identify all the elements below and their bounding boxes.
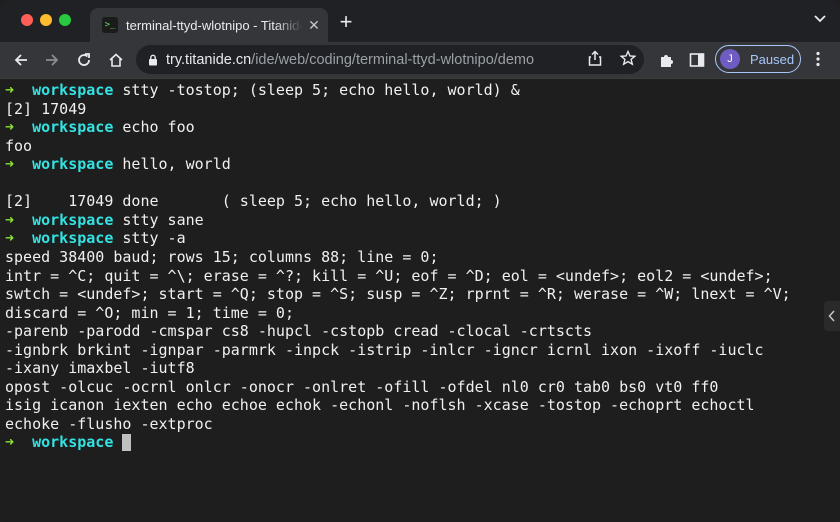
terminal-output-line: swtch = <undef>; start = ^Q; stop = ^S; … [5, 285, 791, 304]
terminal-output-line: intr = ^C; quit = ^\; erase = ^?; kill =… [5, 266, 773, 285]
tab-close-icon[interactable]: ✕ [306, 17, 322, 34]
avatar: J [720, 49, 740, 69]
terminal-output-line: discard = ^O; min = 1; time = 0; [5, 303, 294, 322]
terminal-output-line: -ignbrk brkint -ignpar -parmrk -inpck -i… [5, 340, 764, 359]
url-path: /ide/web/coding/terminal-ttyd-wlotnipo/d… [251, 51, 535, 68]
maximize-window-button[interactable] [59, 14, 71, 26]
side-panel-icon [689, 53, 705, 67]
extensions-button[interactable] [655, 48, 679, 72]
prompt-arrow: ➜ [5, 118, 15, 137]
forward-button[interactable] [40, 48, 64, 72]
collapse-chevron-left-icon[interactable] [824, 301, 840, 331]
url-host: try.titanide.cn [166, 51, 252, 68]
close-window-button[interactable] [21, 14, 33, 26]
terminal-prompt-line: ➜ workspace hello, world [5, 155, 231, 173]
terminal-output[interactable]: ➜ workspace stty -tostop; (sleep 5; echo… [0, 79, 840, 522]
prompt-directory: workspace [32, 155, 114, 174]
terminal-command: echo foo [113, 118, 195, 137]
terminal-cursor [122, 434, 132, 452]
browser-window: >_ terminal-ttyd-wlotnipo - Titanide ✕ +… [0, 0, 840, 522]
terminal-prompt-line: ➜ workspace stty -a [5, 229, 186, 247]
terminal-command: stty -a [113, 229, 186, 248]
prompt-directory: workspace [32, 210, 114, 229]
terminal-output-line: -ixany imaxbel -iutf8 [5, 359, 195, 378]
terminal-prompt-line: ➜ workspace [5, 433, 132, 452]
terminal-output-line: -parenb -parodd -cmspar cs8 -hupcl -csto… [5, 322, 592, 341]
new-tab-button[interactable]: + [336, 11, 356, 33]
profile-button[interactable]: J Paused [715, 45, 801, 73]
minimize-window-button[interactable] [40, 14, 52, 26]
tab-search-chevron-icon[interactable] [814, 12, 826, 26]
reload-button[interactable] [72, 48, 96, 72]
profile-status: Paused [750, 51, 795, 67]
terminal-output-line: foo [5, 136, 33, 155]
tab-title: terminal-ttyd-wlotnipo - Titanide [126, 17, 302, 33]
bookmark-star-icon[interactable] [619, 49, 637, 71]
back-arrow-icon [14, 54, 27, 66]
watermark [448, 139, 454, 150]
forward-arrow-icon [46, 54, 59, 66]
side-panel-button[interactable] [685, 48, 709, 72]
prompt-arrow: ➜ [5, 81, 15, 99]
prompt-arrow: ➜ [5, 155, 15, 174]
reload-icon [78, 53, 90, 66]
tab-strip: >_ terminal-ttyd-wlotnipo - Titanide ✕ + [0, 0, 840, 42]
terminal-favicon-icon: >_ [102, 17, 118, 33]
terminal-output-line: speed 38400 baud; rows 15; columns 88; l… [5, 247, 439, 266]
back-button[interactable] [9, 48, 33, 72]
prompt-arrow: ➜ [5, 210, 15, 229]
address-bar[interactable]: try.titanide.cn/ide/web/coding/terminal-… [136, 45, 644, 74]
prompt-directory: workspace [32, 433, 114, 452]
browser-toolbar: try.titanide.cn/ide/web/coding/terminal-… [0, 42, 840, 79]
tab-terminal[interactable]: >_ terminal-ttyd-wlotnipo - Titanide ✕ [90, 8, 328, 42]
prompt-arrow: ➜ [5, 433, 15, 452]
terminal-command [113, 433, 122, 451]
terminal-command: stty sane [113, 210, 204, 229]
menu-kebab-icon[interactable] [816, 51, 820, 72]
prompt-directory: workspace [32, 229, 114, 248]
home-button[interactable] [104, 48, 128, 72]
terminal-command: hello, world [113, 155, 231, 174]
terminal-prompt-line: ➜ workspace stty -tostop; (sleep 5; echo… [5, 81, 520, 99]
terminal-prompt-line: ➜ workspace stty sane [5, 211, 204, 229]
home-icon [109, 53, 123, 67]
terminal-command: stty -tostop; (sleep 5; echo hello, worl… [113, 81, 520, 99]
favicon-glyph: >_ [104, 20, 116, 30]
puzzle-icon [661, 55, 673, 67]
url-text: try.titanide.cn/ide/web/coding/terminal-… [166, 52, 534, 68]
terminal-output-line: isig icanon iexten echo echoe echok -ech… [5, 396, 755, 415]
prompt-arrow: ➜ [5, 229, 15, 248]
share-icon[interactable] [588, 50, 602, 71]
lock-icon [149, 54, 157, 65]
terminal-output-line: [2] 17049 done ( sleep 5; echo hello, wo… [5, 192, 502, 211]
terminal-output-line: opost -olcuc -ocrnl onlcr -onocr -onlret… [5, 377, 719, 396]
prompt-directory: workspace [32, 118, 114, 137]
terminal-prompt-line: ➜ workspace echo foo [5, 118, 195, 136]
terminal-output-line: [2] 17049 [5, 99, 87, 118]
prompt-directory: workspace [32, 81, 114, 99]
terminal-output-line: echoke -flusho -extproc [5, 414, 213, 433]
